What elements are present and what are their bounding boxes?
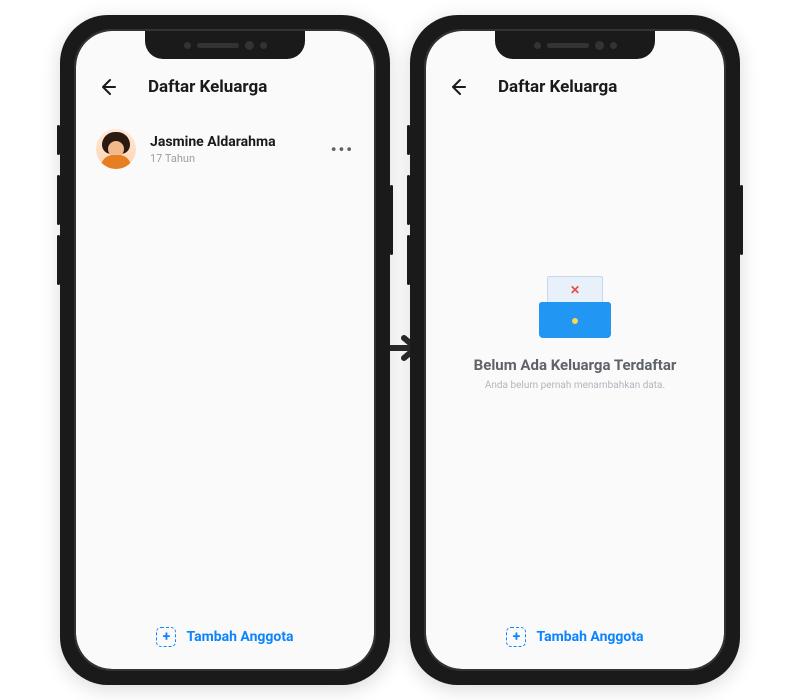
member-info: Jasmine Aldarahma 17 Tahun — [150, 134, 317, 165]
list-item[interactable]: Jasmine Aldarahma 17 Tahun ••• — [96, 121, 354, 177]
avatar — [96, 129, 136, 169]
footer: + Tambah Anggota — [76, 613, 374, 669]
more-options-button[interactable]: ••• — [331, 140, 354, 159]
add-member-label: Tambah Anggota — [536, 629, 643, 645]
page-title: Daftar Keluarga — [498, 77, 617, 97]
plus-icon: + — [156, 627, 176, 647]
phone-notch — [145, 31, 305, 59]
add-member-label: Tambah Anggota — [186, 629, 293, 645]
footer: + Tambah Anggota — [426, 613, 724, 669]
page-title: Daftar Keluarga — [148, 77, 267, 97]
member-age: 17 Tahun — [150, 152, 317, 165]
add-member-button[interactable]: + Tambah Anggota — [156, 627, 293, 647]
empty-state: ✕ Belum Ada Keluarga Terdaftar Anda belu… — [446, 121, 704, 605]
dots-horizontal-icon: ••• — [331, 140, 354, 159]
empty-drawer-icon: ✕ — [539, 276, 611, 338]
arrow-left-icon — [98, 77, 118, 97]
back-button[interactable] — [96, 75, 120, 99]
empty-state-subtitle: Anda belum pernah menambahkan data. — [485, 380, 665, 391]
plus-icon: + — [506, 627, 526, 647]
phone-notch — [495, 31, 655, 59]
empty-state-container: ✕ Belum Ada Keluarga Terdaftar Anda belu… — [426, 113, 724, 613]
phone-mockup-right: Daftar Keluarga ✕ Belum Ada Keluarga Ter… — [410, 15, 740, 685]
back-button[interactable] — [446, 75, 470, 99]
arrow-left-icon — [448, 77, 468, 97]
member-name: Jasmine Aldarahma — [150, 134, 317, 150]
phone-mockup-left: Daftar Keluarga Jasmine Aldarahma 17 Tah… — [60, 15, 390, 685]
add-member-button[interactable]: + Tambah Anggota — [506, 627, 643, 647]
member-list: Jasmine Aldarahma 17 Tahun ••• — [76, 113, 374, 613]
empty-state-title: Belum Ada Keluarga Terdaftar — [474, 356, 677, 374]
